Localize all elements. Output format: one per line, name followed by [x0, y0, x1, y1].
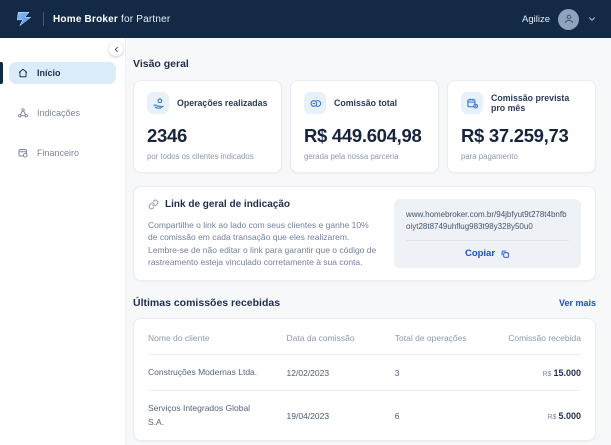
stat-card-comissao-total: Comissão total R$ 449.604,98 gerada pela… — [290, 80, 439, 173]
column-header-commission: Comissão recebida — [494, 333, 581, 343]
sidebar-item-label: Início — [37, 68, 61, 78]
wallet-coin-icon — [17, 147, 29, 159]
top-bar: Home Broker for Partner Agilize — [0, 0, 611, 38]
column-header-client: Nome do cliente — [148, 333, 287, 343]
client-name: Construções Modernas Ltda. — [148, 366, 266, 379]
home-icon — [17, 67, 29, 79]
hand-coin-icon — [147, 92, 169, 114]
sidebar-item-label: Financeiro — [37, 148, 79, 158]
stat-card-value: R$ 37.259,73 — [461, 125, 582, 147]
stat-card-comissao-prevista: Comissão prevista pro mês R$ 37.259,73 p… — [447, 80, 596, 173]
brand-divider — [43, 12, 44, 26]
referral-link-title: Link de geral de indicação — [165, 199, 290, 210]
user-name: Agilize — [522, 14, 550, 25]
total-operations: 3 — [395, 368, 495, 378]
overview-title: Visão geral — [133, 58, 596, 70]
sidebar-item-label: Indicações — [37, 108, 80, 118]
person-icon — [563, 13, 575, 25]
copy-icon — [500, 249, 510, 259]
sidebar: Início Indicações Financeiro — [0, 38, 126, 445]
see-more-link[interactable]: Ver mais — [559, 298, 596, 308]
stat-card-label: Comissão total — [334, 98, 397, 108]
calendar-coin-icon — [461, 92, 483, 114]
commissions-title: Últimas comissões recebidas — [133, 297, 280, 309]
sidebar-item-inicio[interactable]: Início — [9, 62, 116, 84]
stat-cards: Operações realizadas 2346 por todos os c… — [133, 80, 596, 173]
commission-amount: R$15.000 — [494, 368, 581, 378]
link-icon — [148, 199, 159, 210]
commissions-table: Nome do cliente Data da comissão Total d… — [133, 318, 596, 441]
referral-link-info: Link de geral de indicação Compartilhe o… — [148, 199, 380, 268]
commission-date: 12/02/2023 — [287, 368, 395, 378]
stat-card-caption: para pagamento — [461, 152, 582, 161]
stat-card-value: 2346 — [147, 125, 268, 147]
commissions-section-header: Últimas comissões recebidas Ver mais — [133, 297, 596, 309]
stat-card-operacoes: Operações realizadas 2346 por todos os c… — [133, 80, 282, 173]
main-content: Visão geral Operações realizadas 2346 po… — [126, 38, 611, 445]
stat-card-label: Comissão prevista pro mês — [491, 93, 582, 113]
brand-area: Home Broker for Partner — [14, 9, 170, 29]
active-item-marker — [0, 62, 3, 84]
brand-suffix: for Partner — [121, 14, 170, 25]
chevron-down-icon[interactable] — [587, 14, 597, 24]
table-row[interactable]: Construções Modernas Ltda. 12/02/2023 3 … — [148, 355, 581, 391]
coins-icon — [304, 92, 326, 114]
referral-url[interactable]: www.homebroker.com.br/94jbfyut9t278t4bnf… — [406, 209, 569, 232]
copy-button-label: Copiar — [465, 248, 495, 259]
referral-link-card: Link de geral de indicação Compartilhe o… — [133, 186, 596, 281]
chevron-left-icon — [113, 46, 120, 53]
referral-link-box: www.homebroker.com.br/94jbfyut9t278t4bnf… — [394, 199, 581, 268]
page-body: Início Indicações Financeiro Visão geral — [0, 38, 611, 445]
currency-symbol: R$ — [547, 414, 556, 421]
linkbox-divider — [406, 240, 569, 241]
stat-card-value: R$ 449.604,98 — [304, 125, 425, 147]
stat-card-caption: por todos os clientes indicados — [147, 152, 268, 161]
sidebar-item-financeiro[interactable]: Financeiro — [9, 142, 116, 164]
stat-card-label: Operações realizadas — [177, 98, 267, 108]
homebroker-logo-icon — [14, 9, 34, 29]
referral-link-description: Compartilhe o link ao lado com seus clie… — [148, 219, 380, 268]
client-name: Serviços Integrados Global S.A. — [148, 402, 266, 428]
copy-link-button[interactable]: Copiar — [406, 248, 569, 259]
total-operations: 6 — [395, 411, 495, 421]
referral-network-icon — [17, 107, 29, 119]
stat-card-caption: gerada pela nossa parceria — [304, 152, 425, 161]
sidebar-collapse-button[interactable] — [109, 42, 123, 56]
column-header-operations: Total de operações — [395, 333, 495, 343]
column-header-date: Data da comissão — [287, 333, 395, 343]
amount-value: 15.000 — [553, 368, 581, 378]
commission-date: 19/04/2023 — [287, 411, 395, 421]
table-header-row: Nome do cliente Data da comissão Total d… — [148, 333, 581, 355]
brand-title: Home Broker for Partner — [53, 14, 170, 25]
sidebar-nav: Início Indicações Financeiro — [0, 38, 125, 164]
commission-amount: R$5.000 — [494, 411, 581, 421]
currency-symbol: R$ — [542, 371, 551, 378]
user-menu[interactable]: Agilize — [522, 9, 597, 30]
table-row[interactable]: Serviços Integrados Global S.A. 19/04/20… — [148, 391, 581, 439]
amount-value: 5.000 — [558, 411, 581, 421]
avatar[interactable] — [558, 9, 579, 30]
brand-name: Home Broker — [53, 14, 118, 25]
sidebar-item-indicacoes[interactable]: Indicações — [9, 102, 116, 124]
